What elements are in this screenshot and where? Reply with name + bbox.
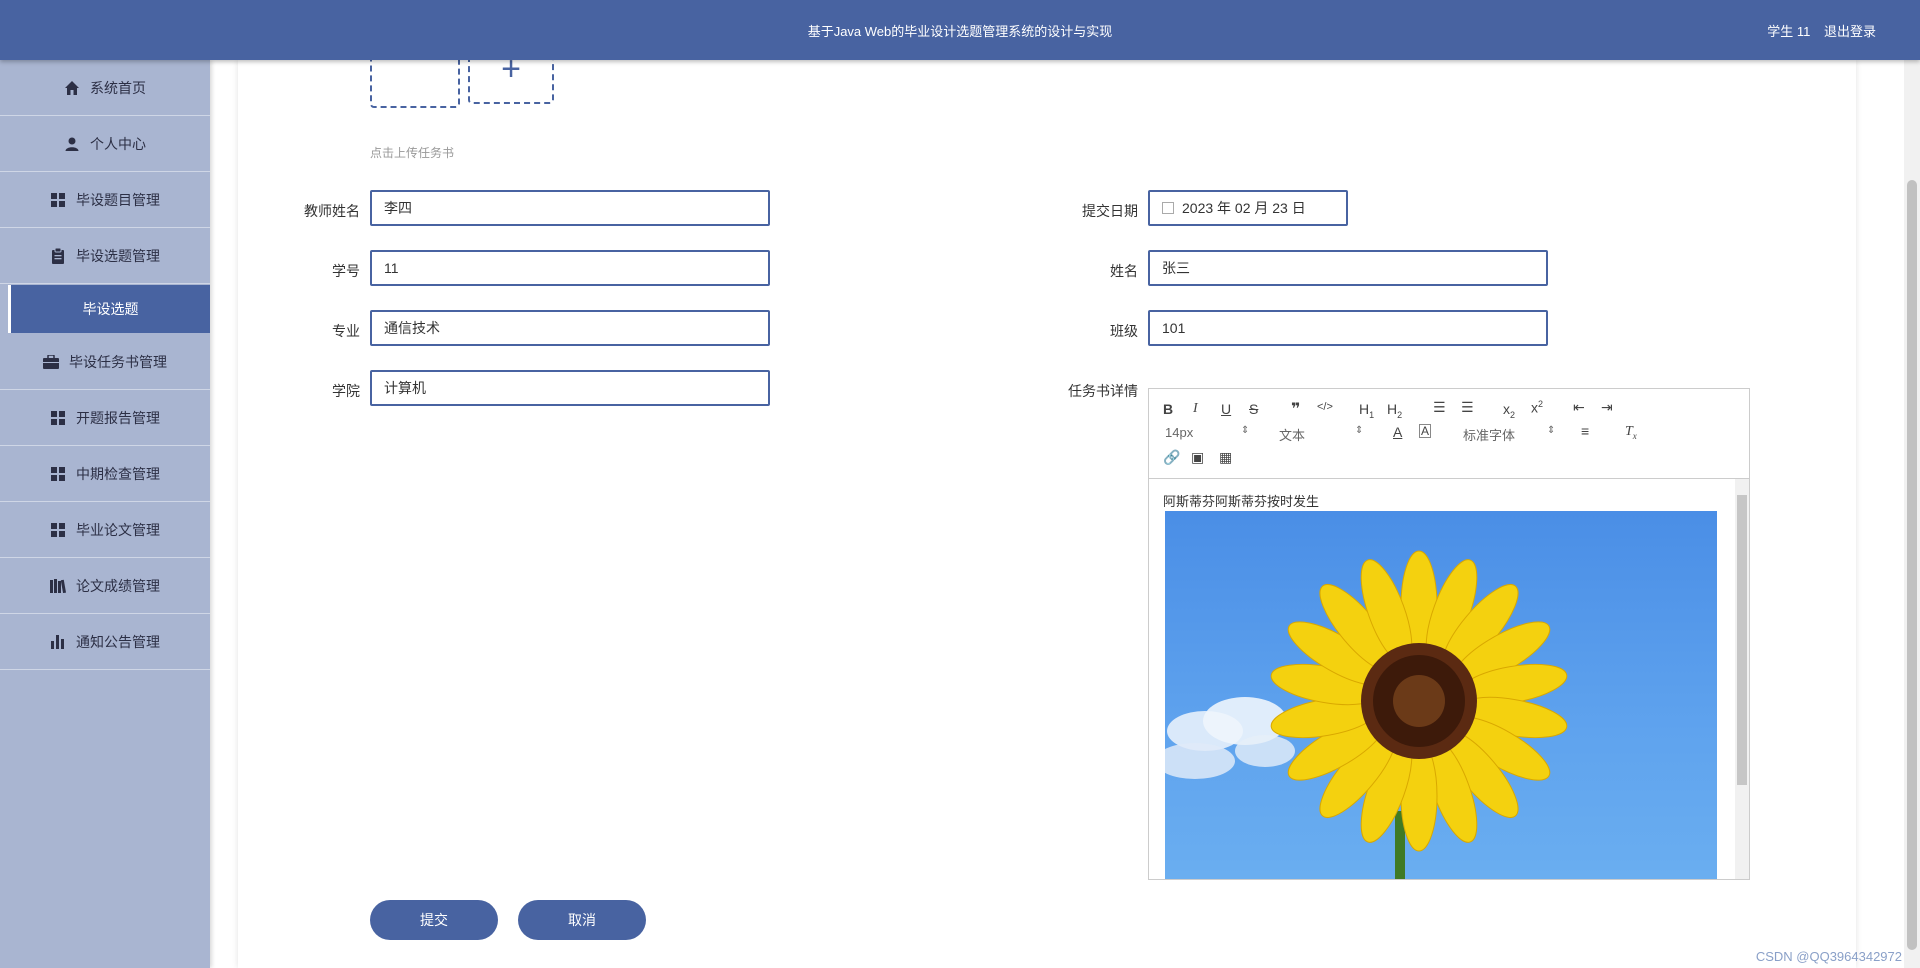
sidebar-item-midterm-manage[interactable]: 中期检查管理 xyxy=(0,446,210,502)
major-field[interactable]: 通信技术 xyxy=(370,310,770,346)
sidebar-item-selection-manage[interactable]: 毕设选题管理 xyxy=(0,228,210,284)
submit-date-value: 2023 年 02 月 23 日 xyxy=(1182,200,1306,216)
submit-date-label: 提交日期 xyxy=(1082,203,1138,219)
sidebar-item-notice-manage[interactable]: 通知公告管理 xyxy=(0,614,210,670)
sidebar-item-score-manage[interactable]: 论文成绩管理 xyxy=(0,558,210,614)
paragraph-select[interactable]: 文本 xyxy=(1279,425,1305,444)
video-icon[interactable]: ▦ xyxy=(1219,449,1232,466)
watermark: CSDN @QQ3964342972 xyxy=(1755,949,1902,964)
user-area: 学生 11 退出登录 xyxy=(1757,21,1876,40)
font-color-icon[interactable]: A xyxy=(1393,424,1402,440)
home-icon xyxy=(64,80,80,96)
grid-icon xyxy=(50,192,66,208)
college-label: 学院 xyxy=(332,383,360,399)
font-family-select[interactable]: 标准字体 xyxy=(1463,425,1515,444)
editor-body[interactable]: 阿斯蒂芬阿斯蒂芬按时发生 xyxy=(1149,479,1749,879)
sidebar-item-label: 论文成绩管理 xyxy=(76,577,160,594)
page-title: 基于Java Web的毕业设计选题管理系统的设计与实现 xyxy=(807,24,1113,39)
student-no-field[interactable]: 11 xyxy=(370,250,770,286)
editor-scrollbar[interactable] xyxy=(1735,479,1749,879)
class-label: 班级 xyxy=(1110,323,1138,339)
h1-icon[interactable]: H1 xyxy=(1359,401,1374,420)
bold-icon[interactable]: B xyxy=(1163,401,1173,417)
clipboard-icon xyxy=(50,247,66,264)
bullet-list-icon[interactable]: ☰ xyxy=(1461,399,1474,416)
sidebar-item-taskbook-manage[interactable]: 毕设任务书管理 xyxy=(0,334,210,390)
detail-label: 任务书详情 xyxy=(1068,383,1138,399)
align-icon[interactable]: ≡ xyxy=(1581,423,1589,439)
books-icon xyxy=(50,578,66,594)
user-label: 学生 11 xyxy=(1767,24,1811,39)
submit-button[interactable]: 提交 xyxy=(370,900,498,940)
italic-icon[interactable]: I xyxy=(1193,401,1198,417)
sidebar-item-thesis-manage[interactable]: 毕业论文管理 xyxy=(0,502,210,558)
font-size-select[interactable]: 14px xyxy=(1165,425,1193,440)
calendar-icon xyxy=(1162,202,1174,214)
logout-link[interactable]: 退出登录 xyxy=(1824,24,1876,39)
outdent-icon[interactable]: ⇤ xyxy=(1573,399,1585,416)
ordered-list-icon[interactable]: ☰ xyxy=(1433,399,1446,416)
sidebar-item-label: 毕业论文管理 xyxy=(76,521,160,538)
superscript-icon[interactable]: x2 xyxy=(1531,399,1543,416)
sidebar-item-label: 通知公告管理 xyxy=(76,633,160,650)
major-label: 专业 xyxy=(332,323,360,339)
name-label: 姓名 xyxy=(1110,263,1138,279)
top-bar: 基于Java Web的毕业设计选题管理系统的设计与实现 学生 11 退出登录 xyxy=(0,0,1920,60)
underline-icon[interactable]: U xyxy=(1221,401,1231,417)
grid-icon xyxy=(50,410,66,426)
cancel-button[interactable]: 取消 xyxy=(518,900,646,940)
sidebar-item-profile[interactable]: 个人中心 xyxy=(0,116,210,172)
name-field[interactable]: 张三 xyxy=(1148,250,1548,286)
rich-text-editor[interactable]: B I U S ❞ </> H1 H2 ☰ ☰ x2 x2 ⇤ ⇥ 14px ⇕… xyxy=(1148,388,1750,880)
sidebar-subitem-selection[interactable]: 毕设选题 xyxy=(8,285,210,333)
sidebar-item-label: 中期检查管理 xyxy=(76,465,160,482)
teacher-name-field[interactable]: 李四 xyxy=(370,190,770,226)
teacher-name-label: 教师姓名 xyxy=(304,203,360,219)
page-scrollbar[interactable] xyxy=(1904,60,1920,968)
editor-toolbar: B I U S ❞ </> H1 H2 ☰ ☰ x2 x2 ⇤ ⇥ 14px ⇕… xyxy=(1149,389,1749,479)
grid-icon xyxy=(50,466,66,482)
sidebar-item-label: 开题报告管理 xyxy=(76,409,160,426)
student-no-label: 学号 xyxy=(332,263,360,279)
college-field[interactable]: 计算机 xyxy=(370,370,770,406)
quote-icon[interactable]: ❞ xyxy=(1291,399,1300,419)
bar-chart-icon xyxy=(50,634,66,650)
code-icon[interactable]: </> xyxy=(1317,401,1333,413)
editor-scrollbar-thumb[interactable] xyxy=(1737,495,1747,785)
sidebar-item-topic-manage[interactable]: 毕设题目管理 xyxy=(0,172,210,228)
grid-icon xyxy=(50,522,66,538)
user-icon xyxy=(64,136,80,152)
sidebar-item-home[interactable]: 系统首页 xyxy=(0,60,210,116)
sidebar-item-label: 毕设选题管理 xyxy=(76,247,160,264)
background-color-icon[interactable]: A xyxy=(1419,424,1432,438)
submit-date-field[interactable]: 2023 年 02 月 23 日 xyxy=(1148,190,1348,226)
page-scrollbar-thumb[interactable] xyxy=(1907,180,1917,950)
sidebar-item-label: 毕设任务书管理 xyxy=(69,353,167,370)
indent-icon[interactable]: ⇥ xyxy=(1601,399,1613,416)
editor-content-text: 阿斯蒂芬阿斯蒂芬按时发生 xyxy=(1163,494,1320,509)
briefcase-icon xyxy=(43,354,59,370)
sidebar-item-label: 系统首页 xyxy=(90,79,146,96)
clear-format-icon[interactable]: Tx xyxy=(1625,424,1637,441)
sidebar-item-proposal-manage[interactable]: 开题报告管理 xyxy=(0,390,210,446)
class-field[interactable]: 101 xyxy=(1148,310,1548,346)
image-icon[interactable]: ▣ xyxy=(1191,449,1204,466)
subscript-icon[interactable]: x2 xyxy=(1503,401,1515,420)
font-size-select-arrow-icon: ⇕ xyxy=(1241,425,1250,436)
strike-icon[interactable]: S xyxy=(1249,401,1258,417)
font-family-select-arrow-icon: ⇕ xyxy=(1547,425,1556,436)
sidebar-item-label: 毕设题目管理 xyxy=(76,191,160,208)
link-icon[interactable]: 🔗 xyxy=(1163,449,1180,466)
sunflower-image xyxy=(1165,511,1717,879)
upload-hint: 点击上传任务书 xyxy=(370,146,455,160)
sidebar: 系统首页 个人中心 毕设题目管理 毕设选题管理 毕设选题 毕设任务书管理 开题报… xyxy=(0,60,210,968)
h2-icon[interactable]: H2 xyxy=(1387,401,1402,420)
paragraph-select-arrow-icon: ⇕ xyxy=(1355,425,1364,436)
sidebar-item-label: 个人中心 xyxy=(90,135,146,152)
